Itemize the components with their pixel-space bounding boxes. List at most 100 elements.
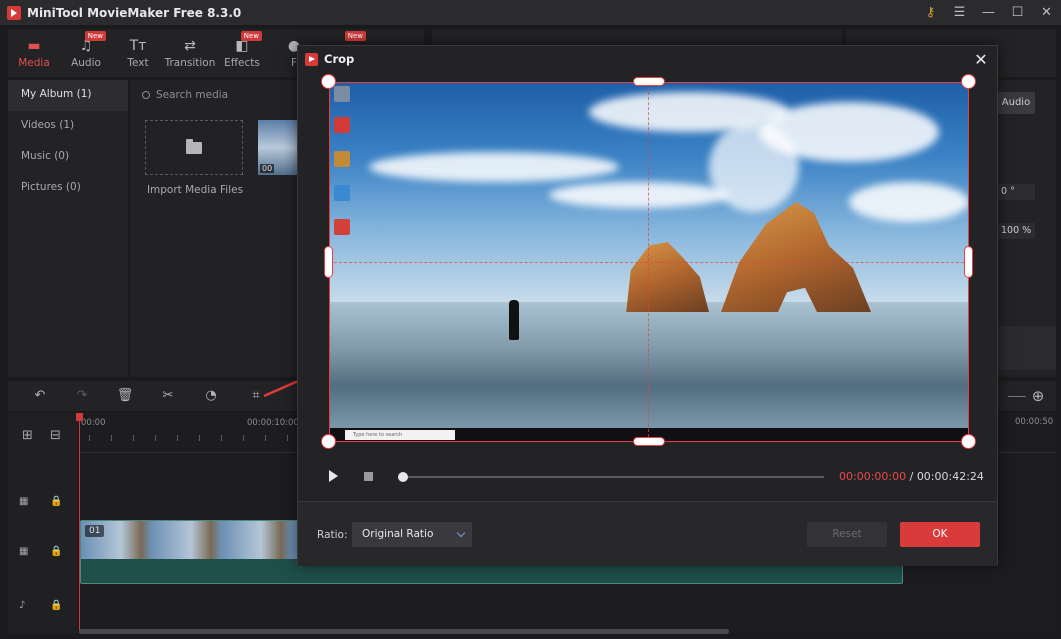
film-icon: ▦: [19, 546, 29, 557]
scale-field[interactable]: 100 %: [997, 223, 1035, 239]
import-media-label: Import Media Files: [146, 184, 244, 196]
search-input[interactable]: Search media: [142, 86, 292, 104]
ratio-value: Original Ratio: [362, 528, 434, 540]
zoom-in-icon[interactable]: ⊕: [1028, 386, 1048, 406]
play-icon[interactable]: [329, 470, 338, 482]
crop-handle-bottom-left[interactable]: [321, 434, 336, 449]
search-icon: [142, 91, 150, 99]
import-media-button[interactable]: [145, 120, 243, 175]
total-time: 00:00:42:24: [916, 470, 984, 483]
tab-label: Media: [18, 57, 50, 69]
ruler-tick: [221, 435, 222, 441]
ratio-label: Ratio:: [317, 529, 348, 541]
delete-icon[interactable]: 🗑: [115, 386, 135, 406]
sidebar-item-my-album[interactable]: My Album (1): [8, 80, 128, 111]
chevron-down-icon: [456, 528, 466, 538]
new-badge: New: [84, 31, 106, 41]
tab-label: Audio: [71, 57, 101, 69]
timeline-scrollbar[interactable]: [79, 629, 729, 634]
close-icon[interactable]: ✕: [971, 50, 991, 70]
window-controls: ⚷ ☰ — ☐ ✕: [916, 0, 1061, 25]
crop-guide-horizontal: [329, 262, 969, 263]
progress-bar[interactable]: [402, 476, 824, 478]
properties-footer: [997, 326, 1056, 370]
tab-label: Effects: [224, 57, 260, 69]
app-logo-icon: [305, 53, 318, 66]
crop-handle-left[interactable]: [324, 246, 333, 278]
close-window-button[interactable]: ✕: [1032, 0, 1061, 25]
ruler-tick: [111, 435, 112, 441]
film-icon: ▦: [19, 496, 29, 507]
dialog-title: Crop: [324, 52, 355, 66]
ruler-tick: [243, 435, 244, 441]
key-icon[interactable]: ⚷: [916, 0, 945, 25]
playhead[interactable]: [76, 413, 83, 633]
ruler-tick: [177, 435, 178, 441]
tab-transition[interactable]: ⇄ Transition: [164, 29, 216, 77]
video-thumbnail[interactable]: 00: [258, 120, 300, 175]
crop-dialog: Crop ✕ Type here to search 00:00:00:00 /…: [297, 45, 998, 566]
crop-handle-bottom-right[interactable]: [961, 434, 976, 449]
new-badge: New: [240, 31, 262, 41]
title-bar: MiniTool MovieMaker Free 8.3.0 ⚷ ☰ — ☐ ✕: [0, 0, 1061, 25]
lock-icon[interactable]: 🔒: [50, 496, 62, 507]
ruler-tick: [133, 435, 134, 441]
sidebar-item-music[interactable]: Music (0): [8, 142, 128, 173]
crop-player-controls: 00:00:00:00 / 00:00:42:24: [298, 464, 997, 490]
speed-icon[interactable]: ◔: [201, 386, 221, 406]
clip-index: 01: [85, 525, 105, 537]
search-placeholder: Search media: [156, 89, 229, 101]
tab-label: Text: [127, 57, 149, 69]
folder-icon: [186, 138, 202, 154]
stop-icon[interactable]: [364, 472, 373, 481]
app-title: MiniTool MovieMaker Free 8.3.0: [27, 5, 242, 20]
undo-icon[interactable]: ↶: [30, 386, 50, 406]
tab-effects[interactable]: New ◧ Effects: [216, 29, 268, 77]
media-sidebar: My Album (1) Videos (1) Music (0) Pictur…: [8, 80, 128, 377]
thumbnail-duration: 00: [260, 164, 275, 173]
tab-text[interactable]: Tт Text: [112, 29, 164, 77]
tab-media[interactable]: ▬ Media: [8, 29, 60, 77]
dialog-header: Crop ✕: [298, 46, 997, 74]
redo-icon[interactable]: ↷: [72, 386, 92, 406]
ok-button[interactable]: OK: [900, 522, 980, 547]
split-icon[interactable]: ✂: [158, 386, 178, 406]
tab-audio[interactable]: New ♫ Audio: [60, 29, 112, 77]
lock-icon[interactable]: 🔒: [50, 600, 62, 611]
transition-icon: ⇄: [184, 38, 196, 54]
crop-handle-bottom[interactable]: [633, 437, 665, 446]
track-headers: ⊞ ⊟ ▦ 🔒 ▦ 🔒 ♪ 🔒: [8, 413, 78, 633]
new-badge: New: [344, 31, 366, 41]
lock-icon[interactable]: 🔒: [50, 546, 62, 557]
tab-label: Transition: [164, 57, 216, 69]
rotation-field[interactable]: 0 °: [997, 184, 1035, 200]
ruler-tick: [265, 435, 266, 441]
crop-handle-top-left[interactable]: [321, 74, 336, 89]
sidebar-item-pictures[interactable]: Pictures (0): [8, 173, 128, 204]
crop-handle-top-right[interactable]: [961, 74, 976, 89]
ruler-tick: [89, 435, 90, 441]
folder-icon: ▬: [27, 38, 41, 54]
ruler-tick: [287, 435, 288, 441]
progress-handle[interactable]: [398, 472, 408, 482]
menu-icon[interactable]: ☰: [945, 0, 974, 25]
music-note-icon: ♪: [19, 600, 26, 611]
ruler-tick: [155, 435, 156, 441]
media-library: Search media Import Media Files 00: [130, 80, 300, 377]
remove-track-icon[interactable]: ⊟: [50, 428, 61, 443]
ruler-tick: [199, 435, 200, 441]
add-track-icon[interactable]: ⊞: [22, 428, 33, 443]
crop-handle-right[interactable]: [964, 246, 973, 278]
time-separator: /: [906, 470, 917, 483]
app-logo-icon: [7, 5, 21, 20]
sidebar-item-videos[interactable]: Videos (1): [8, 111, 128, 142]
reset-button[interactable]: Reset: [807, 522, 887, 547]
zoom-slider[interactable]: [1008, 396, 1026, 397]
crop-handle-top[interactable]: [633, 77, 665, 86]
ratio-dropdown[interactable]: Original Ratio: [352, 522, 472, 547]
tab-audio-properties[interactable]: Audio: [997, 92, 1035, 114]
maximize-button[interactable]: ☐: [1003, 0, 1032, 25]
text-icon: Tт: [129, 38, 147, 54]
ruler-label: 00:00:10:00: [247, 418, 299, 428]
minimize-button[interactable]: —: [974, 0, 1003, 25]
